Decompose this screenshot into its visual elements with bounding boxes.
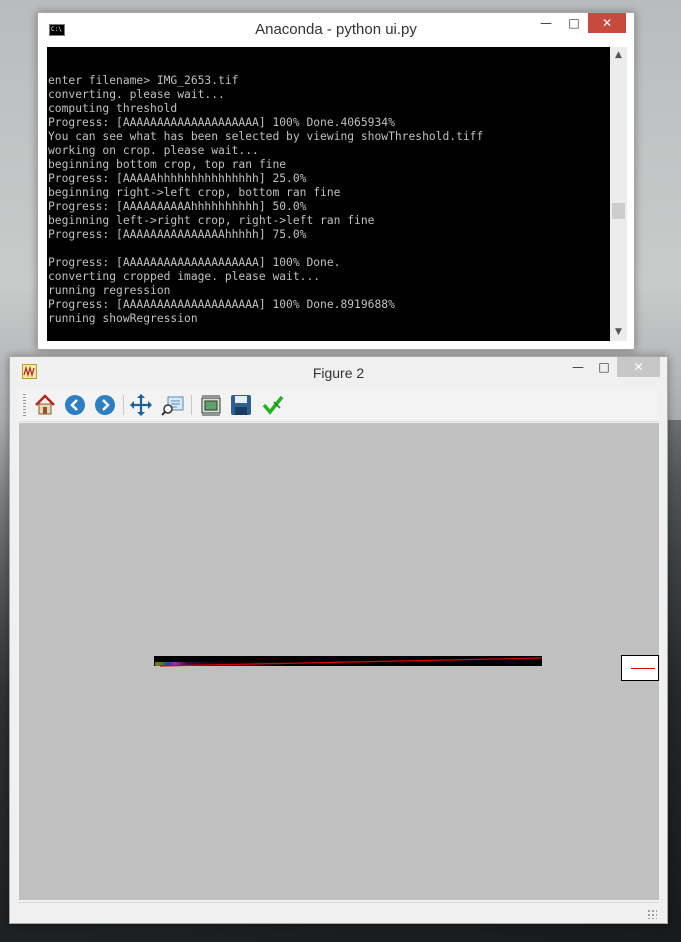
figure-close-button[interactable]: ✕: [617, 357, 660, 377]
forward-icon[interactable]: [93, 393, 117, 417]
console-line: beginning bottom crop, top ran fine: [48, 158, 287, 171]
anaconda-console-window: C:\ Anaconda - python ui.py — □ ✕ enter …: [37, 12, 635, 350]
scroll-thumb[interactable]: [612, 203, 625, 219]
navigation-toolbar: [19, 389, 659, 422]
legend-regression-line: [631, 668, 655, 669]
save-icon[interactable]: [229, 393, 253, 417]
console-output[interactable]: enter filename> IMG_2653.tif converting.…: [47, 47, 610, 341]
console-line: running regression: [48, 284, 171, 297]
home-icon[interactable]: [33, 393, 57, 417]
console-line: Progress: [AAAAAhhhhhhhhhhhhhhh] 25.0%: [48, 172, 307, 185]
console-text: enter filename> IMG_2653.tif converting.…: [48, 74, 483, 326]
figure-window: Figure 2 — □ ✕: [9, 356, 668, 924]
regression-image: [154, 656, 543, 667]
subplots-icon[interactable]: [199, 393, 223, 417]
figure-minimize-button[interactable]: —: [565, 357, 591, 377]
pan-icon[interactable]: [129, 393, 153, 417]
console-line: You can see what has been selected by vi…: [48, 130, 484, 143]
console-line: computing threshold: [48, 102, 178, 115]
toolbar-separator: [191, 395, 192, 415]
console-line: converting. please wait...: [48, 88, 225, 101]
back-icon[interactable]: [63, 393, 87, 417]
console-line: running showRegression: [48, 312, 198, 325]
console-close-button[interactable]: ✕: [588, 13, 626, 33]
scroll-down-arrow-icon[interactable]: ▼: [610, 324, 627, 341]
console-line: beginning right->left crop, bottom ran f…: [48, 186, 341, 199]
scroll-up-arrow-icon[interactable]: ▲: [610, 47, 627, 64]
edit-icon[interactable]: [261, 393, 285, 417]
figure-canvas[interactable]: [19, 423, 659, 900]
console-line: converting cropped image. please wait...: [48, 270, 321, 283]
console-line: Progress: [AAAAAAAAAAAAAAAhhhhh] 75.0%: [48, 228, 307, 241]
console-maximize-button[interactable]: □: [560, 13, 588, 33]
console-line: enter filename> IMG_2653.tif: [48, 74, 239, 87]
console-minimize-button[interactable]: —: [532, 13, 560, 33]
toolbar-grip[interactable]: [23, 394, 26, 416]
status-bar: [19, 902, 659, 921]
console-line: Progress: [AAAAAAAAAAAAAAAAAAAA] 100% Do…: [48, 298, 395, 311]
console-line: working on crop. please wait...: [48, 144, 259, 157]
figure-titlebar[interactable]: Figure 2 — □ ✕: [10, 357, 667, 387]
toolbar-separator: [123, 395, 124, 415]
legend-box: [621, 655, 659, 681]
console-scrollbar[interactable]: ▲ ▼: [610, 47, 627, 341]
console-line: Progress: [AAAAAAAAAAAAAAAAAAAA] 100% Do…: [48, 116, 395, 129]
console-line: Progress: [AAAAAAAAAAhhhhhhhhhh] 50.0%: [48, 200, 307, 213]
console-titlebar[interactable]: C:\ Anaconda - python ui.py — □ ✕: [38, 13, 634, 47]
console-line: beginning left->right crop, right->left …: [48, 214, 375, 227]
console-line: Progress: [AAAAAAAAAAAAAAAAAAAA] 100% Do…: [48, 256, 341, 269]
figure-maximize-button[interactable]: □: [591, 357, 617, 377]
resize-grip-icon[interactable]: [647, 909, 657, 919]
zoom-icon[interactable]: [161, 393, 185, 417]
